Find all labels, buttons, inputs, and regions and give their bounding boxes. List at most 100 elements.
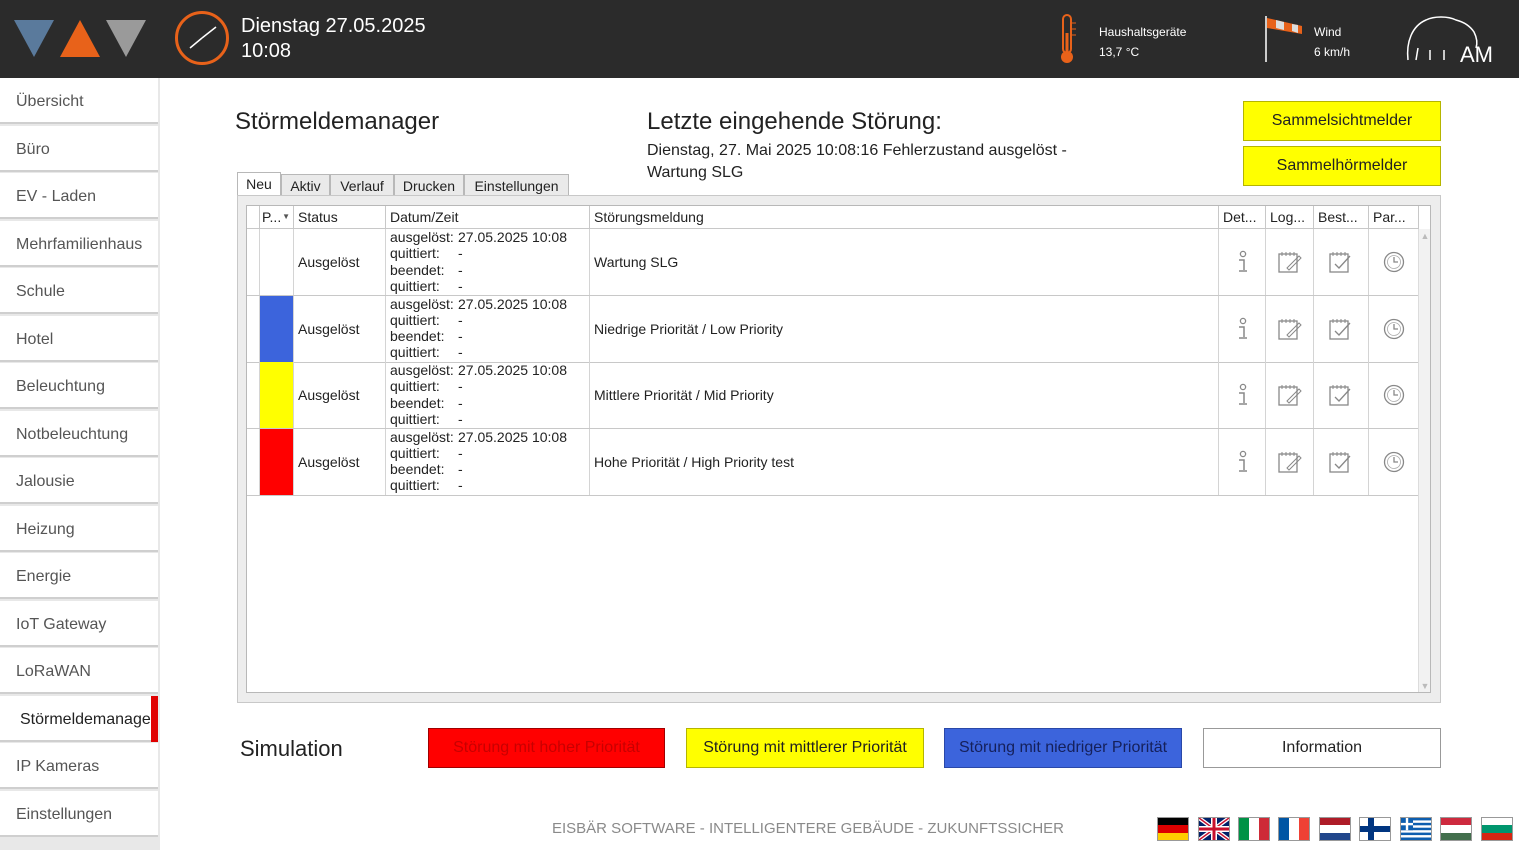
flag-nl-icon[interactable] <box>1319 817 1351 841</box>
sidebar-item-energie[interactable]: Energie <box>0 553 158 599</box>
sidebar-item-jalousie[interactable]: Jalousie <box>0 458 158 504</box>
date-value: 27.05.2025 10:08 <box>458 295 567 312</box>
sidebar-item-iot-gateway[interactable]: IoT Gateway <box>0 600 158 647</box>
row-status: Ausgelöst <box>294 229 386 295</box>
page-title: Störmeldemanager <box>235 108 440 135</box>
sidebar-item-beleuchtung[interactable]: Beleuchtung <box>0 363 158 409</box>
tab-einstellungen[interactable]: Einstellungen <box>464 174 569 196</box>
column-datetime[interactable]: Datum/Zeit <box>386 206 590 228</box>
scroll-down-icon[interactable]: ▼ <box>1420 681 1430 691</box>
header-time: 10:08 <box>241 40 292 62</box>
row-selector[interactable] <box>247 295 260 362</box>
sidebar-item-schule[interactable]: Schule <box>0 268 158 314</box>
flag-gr-icon[interactable] <box>1400 817 1432 841</box>
simulate-high-priority-button[interactable]: Störung mit hoher Priorität <box>428 728 665 768</box>
column-message[interactable]: Störungsmeldung <box>590 206 1219 228</box>
table-row[interactable]: Ausgelöst ausgelöst: 27.05.2025 10:08 quitt… <box>247 428 1419 496</box>
tab-verlauf[interactable]: Verlauf <box>330 174 394 196</box>
log-edit-icon[interactable] <box>1266 362 1314 428</box>
clock-icon[interactable] <box>1369 296 1419 362</box>
header-date: Dienstag 27.05.2025 <box>241 15 426 37</box>
row-selector[interactable] <box>247 428 260 495</box>
date-value: - <box>458 477 463 494</box>
sidebar-item-ip-kameras[interactable]: IP Kameras <box>0 743 158 789</box>
visual-alarm-button[interactable]: Sammelsichtmelder <box>1243 101 1441 141</box>
tab-neu[interactable]: Neu <box>237 172 281 195</box>
audio-alarm-button[interactable]: Sammelhörmelder <box>1243 146 1441 186</box>
scroll-up-icon[interactable]: ▲ <box>1420 231 1430 241</box>
table-row[interactable]: Ausgelöst ausgelöst: 27.05.2025 10:08 quitt… <box>247 229 1419 296</box>
flag-it-icon[interactable] <box>1238 817 1270 841</box>
column-details[interactable]: Det... <box>1219 206 1266 228</box>
info-icon[interactable] <box>1219 295 1266 362</box>
flag-fi-icon[interactable] <box>1359 817 1391 841</box>
tab-drucken[interactable]: Drucken <box>394 174 464 196</box>
info-icon[interactable] <box>1219 229 1266 295</box>
date-label: beendet: <box>390 328 445 345</box>
table-row[interactable]: Ausgelöst ausgelöst: 27.05.2025 10:08 quitt… <box>247 295 1419 363</box>
column-priority-label: P... <box>262 209 282 225</box>
sidebar-item-notbeleuchtung[interactable]: Notbeleuchtung <box>0 410 158 457</box>
wind-label: Wind <box>1314 25 1342 39</box>
top-bar: Dienstag 27.05.2025 10:08 Haushaltsgerät… <box>0 0 1519 78</box>
log-edit-icon[interactable] <box>1266 295 1314 362</box>
sidebar-item-hotel[interactable]: Hotel <box>0 315 158 362</box>
simulate-low-priority-button[interactable]: Störung mit niedriger Priorität <box>944 728 1182 768</box>
bear-logo-icon: AM <box>1406 16 1493 64</box>
confirm-check-icon[interactable] <box>1314 229 1369 295</box>
log-edit-icon[interactable] <box>1266 229 1314 295</box>
sidebar-item-lorawan[interactable]: LoRaWAN <box>0 648 158 694</box>
sidebar-item-einstellungen[interactable]: Einstellungen <box>0 790 158 837</box>
simulation-label: Simulation <box>240 736 343 761</box>
confirm-check-icon[interactable] <box>1314 295 1369 362</box>
tab-aktiv[interactable]: Aktiv <box>281 174 330 196</box>
company-logo[interactable] <box>14 20 148 58</box>
date-label: beendet: <box>390 261 445 278</box>
clock-icon[interactable] <box>1369 429 1419 495</box>
flag-uk-icon[interactable] <box>1198 817 1230 841</box>
row-selector[interactable] <box>247 362 260 428</box>
simulate-information-button[interactable]: Information <box>1203 728 1441 768</box>
flag-hu-icon[interactable] <box>1440 817 1472 841</box>
brand-text: AM <box>1460 42 1493 64</box>
table-scrollbar[interactable]: ▲ ▼ <box>1418 229 1430 692</box>
priority-indicator <box>260 428 294 495</box>
info-icon[interactable] <box>1219 428 1266 495</box>
sidebar-item-mehrfamilienhaus[interactable]: Mehrfamilienhaus <box>0 220 158 267</box>
flag-bg-icon[interactable] <box>1481 817 1513 841</box>
column-log[interactable]: Log... <box>1266 206 1314 228</box>
clock-icon[interactable] <box>1369 362 1419 428</box>
confirm-check-icon[interactable] <box>1314 362 1369 428</box>
info-icon[interactable] <box>1219 362 1266 428</box>
temperature-widget: Haushaltsgeräte 13,7 °C <box>1099 22 1186 62</box>
date-label: quittiert: <box>390 311 440 328</box>
column-confirm[interactable]: Best... <box>1314 206 1369 228</box>
flag-de-icon[interactable] <box>1157 817 1189 841</box>
table-row[interactable]: Ausgelöst ausgelöst: 27.05.2025 10:08 quitt… <box>247 362 1419 429</box>
sidebar-item-ev-laden[interactable]: EV - Laden <box>0 173 158 219</box>
date-label: ausgelöst: <box>390 295 454 312</box>
row-selector[interactable] <box>247 229 260 295</box>
last-fault-title: Letzte eingehende Störung: <box>647 108 942 135</box>
sidebar-item-stoermeldemanager[interactable]: Störmeldemanager <box>0 695 158 742</box>
sidebar-item-uebersicht[interactable]: Übersicht <box>0 78 158 124</box>
date-value: - <box>458 245 463 262</box>
column-priority[interactable]: P... ▼ <box>260 206 294 228</box>
row-status: Ausgelöst <box>294 295 386 362</box>
sidebar-item-buero[interactable]: Büro <box>0 125 158 172</box>
sidebar-item-heizung[interactable]: Heizung <box>0 505 158 552</box>
column-status[interactable]: Status <box>294 206 386 228</box>
clock-icon[interactable] <box>1369 229 1419 295</box>
row-datetime: ausgelöst: 27.05.2025 10:08 quittiert: - bee… <box>386 428 590 495</box>
date-label: ausgelöst: <box>390 229 454 245</box>
date-label: beendet: <box>390 394 445 411</box>
table-header: P... ▼ Status Datum/Zeit Störungsmeldung… <box>247 206 1419 229</box>
date-value: - <box>458 328 463 345</box>
confirm-check-icon[interactable] <box>1314 428 1369 495</box>
column-parameters[interactable]: Par... <box>1369 206 1419 228</box>
log-edit-icon[interactable] <box>1266 428 1314 495</box>
clock-icon <box>175 11 229 65</box>
priority-indicator <box>260 362 294 428</box>
simulate-mid-priority-button[interactable]: Störung mit mittlerer Priorität <box>686 728 924 768</box>
flag-fr-icon[interactable] <box>1278 817 1310 841</box>
